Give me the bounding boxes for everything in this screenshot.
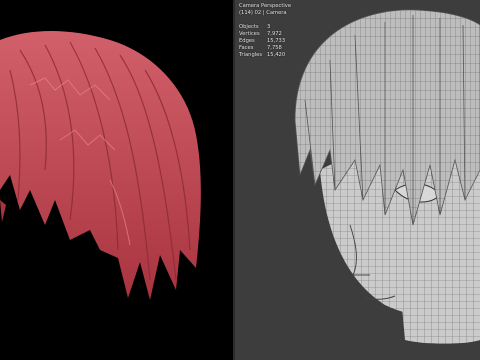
stat-value: 15,420 bbox=[267, 52, 286, 58]
stat-row: Faces 7,758 bbox=[239, 45, 291, 52]
stat-row: Triangles 15,420 bbox=[239, 52, 291, 59]
stat-label: Triangles bbox=[239, 52, 263, 58]
blender-viewports: Camera Perspective (114) 02 | Camera Obj… bbox=[0, 0, 480, 360]
stat-row: Edges 15,733 bbox=[239, 38, 291, 45]
left-viewport[interactable] bbox=[0, 0, 233, 360]
stat-row: Objects 3 bbox=[239, 24, 291, 31]
hair-render bbox=[0, 31, 201, 300]
stat-value: 7,758 bbox=[267, 45, 282, 51]
scene-label: (114) 02 | Camera bbox=[239, 10, 287, 16]
right-viewport[interactable]: Camera Perspective (114) 02 | Camera Obj… bbox=[235, 0, 480, 360]
stat-label: Objects bbox=[239, 24, 259, 30]
stat-label: Vertices bbox=[239, 31, 260, 37]
stat-label: Faces bbox=[239, 45, 254, 51]
stat-value: 7,972 bbox=[267, 31, 282, 37]
stat-row: Vertices 7,972 bbox=[239, 31, 291, 38]
hair-mass bbox=[0, 31, 201, 300]
stat-value: 15,733 bbox=[267, 38, 286, 44]
viewport-info-overlay: Camera Perspective (114) 02 | Camera Obj… bbox=[239, 3, 291, 59]
camera-label: Camera Perspective bbox=[239, 3, 292, 9]
stat-value: 3 bbox=[267, 24, 271, 30]
stat-label: Edges bbox=[239, 38, 255, 44]
